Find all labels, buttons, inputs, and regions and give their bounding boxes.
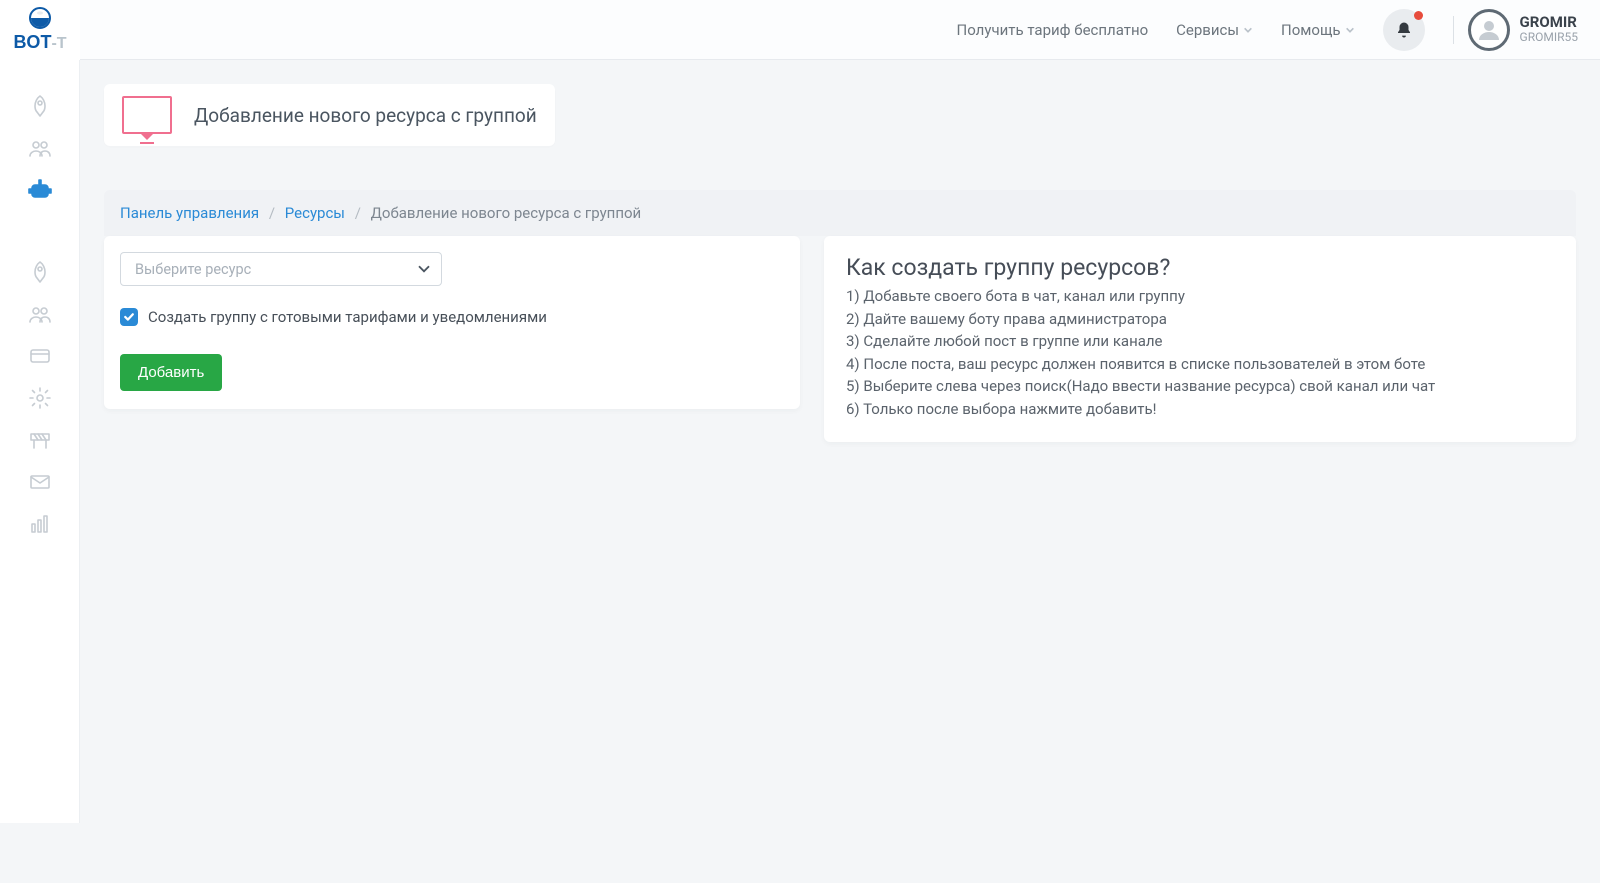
users-icon: [28, 302, 52, 326]
help-step: 5) Выберите слева через поиск(Надо ввест…: [846, 375, 1554, 398]
form-card: Выберите ресурс Создать группу с готовым…: [104, 236, 800, 409]
divider: [1453, 16, 1454, 44]
notifications-button[interactable]: [1383, 9, 1425, 51]
user-texts: GROMIR GROMIR55: [1520, 14, 1578, 45]
resource-select-placeholder: Выберите ресурс: [135, 261, 251, 278]
chevron-down-icon: [417, 261, 431, 275]
help-step: 4) После поста, ваш ресурс должен появит…: [846, 353, 1554, 376]
nav-help-label: Помощь: [1281, 21, 1341, 39]
sidebar-rocket[interactable]: [0, 90, 80, 122]
sidebar-gear[interactable]: [0, 382, 80, 414]
user-name: GROMIR: [1520, 14, 1578, 31]
breadcrumb: Панель управления / Ресурсы / Добавление…: [104, 190, 1576, 236]
checkbox-row: Создать группу с готовыми тарифами и уве…: [120, 308, 784, 326]
help-step: 1) Добавьте своего бота в чат, канал или…: [846, 285, 1554, 308]
breadcrumb-sep: /: [269, 204, 275, 222]
rocket-icon: [28, 94, 52, 118]
create-group-checkbox[interactable]: [120, 308, 138, 326]
help-card: Как создать группу ресурсов? 1) Добавьте…: [824, 236, 1576, 442]
svg-text:BOT-T: BOT-T: [13, 32, 66, 52]
logo-icon: BOT-T: [12, 6, 68, 54]
help-title: Как создать группу ресурсов?: [846, 254, 1554, 281]
nav-services[interactable]: Сервисы: [1162, 21, 1267, 39]
create-group-checkbox-label: Создать группу с готовыми тарифами и уве…: [148, 308, 547, 326]
breadcrumb-resources[interactable]: Ресурсы: [285, 204, 345, 222]
card-icon: [28, 344, 52, 368]
breadcrumb-current: Добавление нового ресурса с группой: [371, 204, 642, 222]
rocket-icon: [28, 260, 52, 284]
user-menu[interactable]: GROMIR GROMIR55: [1468, 9, 1600, 51]
help-step: 6) Только после выбора нажмите добавить!: [846, 398, 1554, 421]
sidebar-users[interactable]: [0, 132, 80, 164]
help-step: 2) Дайте вашему боту права администратор…: [846, 308, 1554, 331]
users-icon: [28, 136, 52, 160]
help-step: 3) Сделайте любой пост в группе или кана…: [846, 330, 1554, 353]
avatar: [1468, 9, 1510, 51]
bell-icon: [1395, 21, 1413, 39]
breadcrumb-sep: /: [355, 204, 361, 222]
notification-dot: [1414, 11, 1423, 20]
mail-icon: [28, 470, 52, 494]
robot-icon: [28, 178, 52, 202]
sidebar-robot[interactable]: [0, 174, 80, 206]
resource-select[interactable]: Выберите ресурс: [120, 252, 442, 286]
sidebar-rocket-2[interactable]: [0, 256, 80, 288]
sidebar: [0, 60, 80, 823]
check-icon: [123, 311, 135, 323]
add-button[interactable]: Добавить: [120, 354, 222, 391]
sidebar-stats[interactable]: [0, 508, 80, 540]
nav-free-tariff-label: Получить тариф бесплатно: [957, 21, 1149, 39]
gear-icon: [28, 386, 52, 410]
breadcrumb-dashboard[interactable]: Панель управления: [120, 204, 259, 222]
sidebar-users-2[interactable]: [0, 298, 80, 330]
chevron-down-icon: [1243, 25, 1253, 35]
stats-icon: [28, 512, 52, 536]
logo[interactable]: BOT-T: [0, 0, 80, 60]
monitor-icon: [122, 96, 172, 134]
topbar: BOT-T Получить тариф бесплатно Сервисы П…: [0, 0, 1600, 60]
nav-free-tariff[interactable]: Получить тариф бесплатно: [943, 21, 1163, 39]
sidebar-mail[interactable]: [0, 466, 80, 498]
nav-services-label: Сервисы: [1176, 21, 1239, 39]
chevron-down-icon: [1345, 25, 1355, 35]
nav-help[interactable]: Помощь: [1267, 21, 1369, 39]
avatar-icon: [1477, 18, 1501, 42]
user-handle: GROMIR55: [1520, 31, 1578, 45]
sidebar-card[interactable]: [0, 340, 80, 372]
barrier-icon: [28, 428, 52, 452]
sidebar-barrier[interactable]: [0, 424, 80, 456]
page-header-card: Добавление нового ресурса с группой: [104, 84, 555, 146]
page-title: Добавление нового ресурса с группой: [194, 104, 537, 127]
main-content: Добавление нового ресурса с группой Пане…: [80, 60, 1600, 823]
